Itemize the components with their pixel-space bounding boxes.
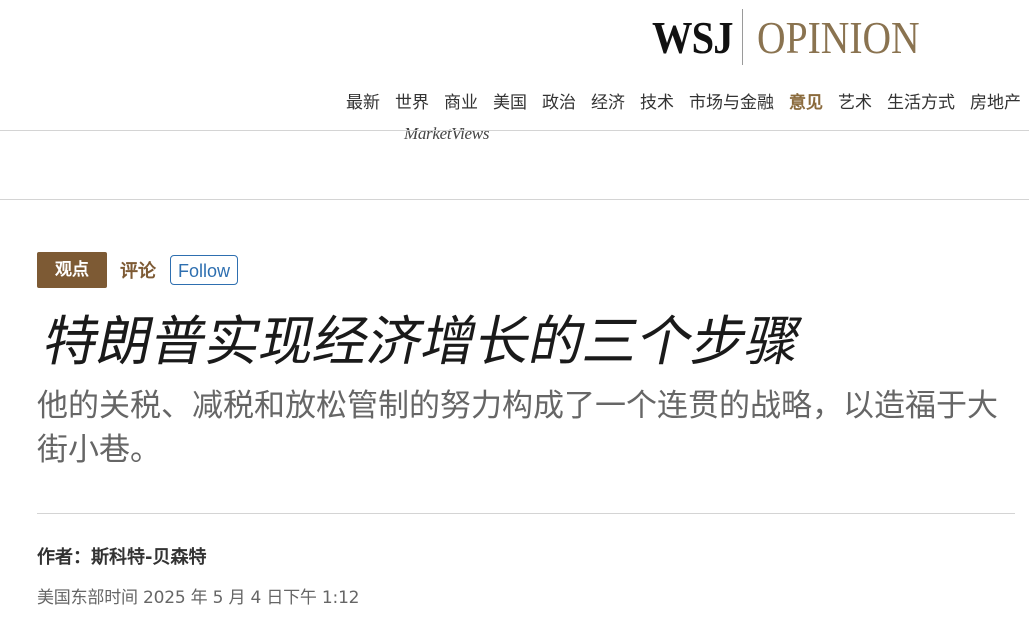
category-link[interactable]: 评论 (120, 257, 156, 283)
nav-item-politics[interactable]: 政治 (542, 88, 576, 113)
section-nav: 最新 世界 商业 美国 政治 经济 技术 市场与金融 意见 艺术 生活方式 房地… (346, 88, 1021, 113)
follow-button[interactable]: Follow (170, 255, 239, 285)
byline: 作者：斯科特-贝森特 (37, 543, 206, 569)
nav-item-tech[interactable]: 技术 (640, 88, 674, 113)
nav-item-world[interactable]: 世界 (395, 88, 429, 113)
nav-item-us[interactable]: 美国 (493, 88, 527, 113)
opinion-logo[interactable]: OPINION (757, 11, 920, 64)
article-dek: 他的关税、减税和放松管制的努力构成了一个连贯的战略，以造福于大街小巷。 (37, 388, 998, 468)
nav-item-latest[interactable]: 最新 (346, 88, 380, 113)
article-page: WSJ OPINION 最新 世界 商业 美国 政治 经济 技术 市场与金融 意… (0, 0, 1029, 622)
ad-banner-text[interactable]: MarketViews (404, 124, 489, 144)
article-flags: 观点 评论 Follow (37, 252, 239, 288)
nav-divider (0, 130, 1029, 131)
nav-item-economy[interactable]: 经济 (591, 88, 625, 113)
byline-prefix: 作者： (37, 547, 91, 568)
nav-item-arts[interactable]: 艺术 (838, 88, 872, 113)
wsj-logo[interactable]: WSJ (652, 11, 733, 64)
logo-divider (742, 9, 743, 65)
article-headline: 特朗普实现经济增长的三个步骤 (38, 310, 808, 373)
nav-item-business[interactable]: 商业 (444, 88, 478, 113)
nav-item-real-estate[interactable]: 房地产 (970, 88, 1021, 113)
nav-item-markets[interactable]: 市场与金融 (689, 88, 774, 113)
nav-item-lifestyle[interactable]: 生活方式 (887, 88, 955, 113)
publish-timestamp: 美国东部时间 2025 年 5 月 4 日下午 1:12 (37, 588, 360, 608)
masthead: WSJ OPINION (652, 8, 946, 66)
ad-divider (0, 199, 1029, 200)
opinion-flag: 观点 (37, 252, 107, 288)
author-link[interactable]: 斯科特-贝森特 (91, 547, 206, 568)
byline-divider (37, 513, 1015, 514)
nav-item-opinion[interactable]: 意见 (789, 88, 823, 113)
